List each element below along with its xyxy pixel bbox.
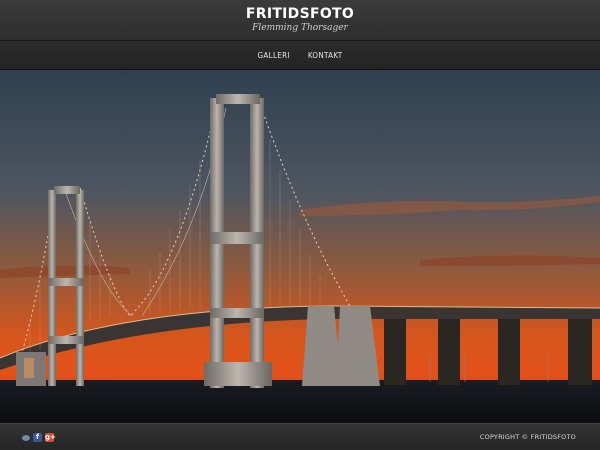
- share-icon[interactable]: [22, 434, 30, 441]
- hero-photo: [0, 70, 600, 423]
- main-nav: GALLERI KONTAKT: [0, 41, 600, 70]
- bridge-sunset-photo: [0, 70, 600, 423]
- site-header: FRITIDSFOTO Flemming Thorsager: [0, 0, 600, 41]
- site-footer: f g+ COPYRIGHT © FRITIDSFOTO: [0, 423, 600, 450]
- nav-item-galleri[interactable]: GALLERI: [258, 51, 290, 60]
- site-title[interactable]: FRITIDSFOTO: [0, 6, 600, 22]
- copyright-text: COPYRIGHT © FRITIDSFOTO: [479, 433, 576, 441]
- facebook-icon[interactable]: f: [33, 433, 42, 442]
- social-links: f g+: [22, 433, 56, 442]
- site-subtitle: Flemming Thorsager: [252, 23, 348, 33]
- google-plus-icon[interactable]: g+: [45, 433, 56, 442]
- nav-item-kontakt[interactable]: KONTAKT: [308, 51, 343, 60]
